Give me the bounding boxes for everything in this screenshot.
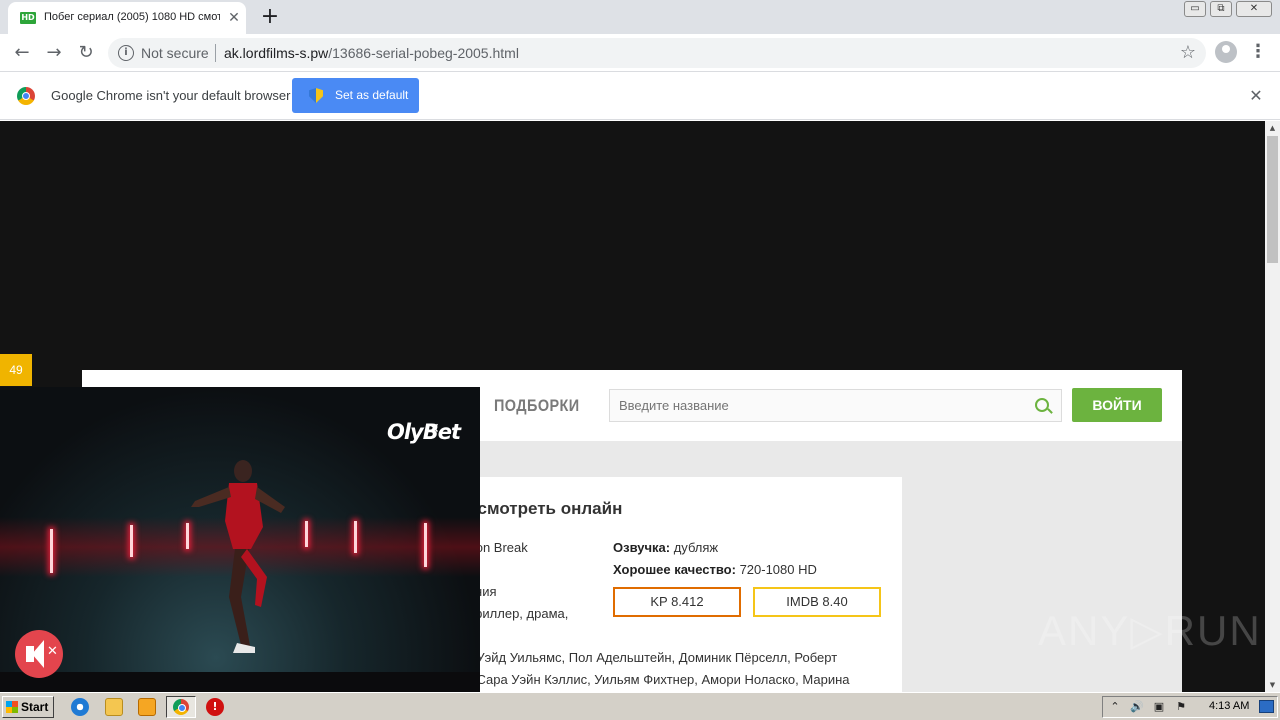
athlete-figure xyxy=(191,460,285,653)
minimize-button[interactable]: ▭ xyxy=(1184,1,1206,17)
cast-line-2: о, Сара Уэйн Кэллис, Уильям Фихтнер, Амо… xyxy=(462,672,850,687)
scroll-up-arrow-icon[interactable]: ▲ xyxy=(1265,121,1280,135)
action-center-flag-icon[interactable]: ⚑ xyxy=(1174,700,1188,714)
url-path: /13686-serial-pobeg-2005.html xyxy=(328,45,519,61)
mute-button[interactable]: ✕ xyxy=(15,630,63,678)
tray-expand-icon[interactable]: ⌃ xyxy=(1108,700,1122,714)
infobar-close-icon[interactable]: ✕ xyxy=(1246,86,1266,106)
scroll-down-arrow-icon[interactable]: ▼ xyxy=(1265,678,1280,692)
olybet-logo: OlyBet xyxy=(387,420,461,444)
browser-toolbar: ← → ↻ i Not secure ak.lordfilms-s.pw/136… xyxy=(0,34,1280,72)
default-browser-infobar: Google Chrome isn't your default browser… xyxy=(0,72,1280,120)
site-search-box[interactable] xyxy=(609,389,1062,422)
imdb-rating-badge[interactable]: IMDB 8.40 xyxy=(753,587,881,617)
start-label: Start xyxy=(21,700,49,714)
tab-title: Побег сериал (2005) 1080 HD смотр xyxy=(44,11,220,23)
chrome-menu-icon[interactable]: ⋮ xyxy=(1248,41,1268,63)
windows-taskbar: Start ! ⌃ 🔊 ▣ ⚑ 4:13 AM xyxy=(0,692,1280,720)
address-bar[interactable]: i Not secure ak.lordfilms-s.pw/13686-ser… xyxy=(108,38,1206,68)
dub-value: дубляж xyxy=(673,540,719,555)
network-icon[interactable]: ▣ xyxy=(1152,700,1166,714)
reload-button[interactable]: ↻ xyxy=(74,41,98,65)
forward-button[interactable]: → xyxy=(42,41,66,65)
neon-light xyxy=(305,521,308,547)
internet-explorer-icon[interactable] xyxy=(71,698,89,716)
window-close-button[interactable]: ✕ xyxy=(1236,1,1272,17)
page-scrollbar[interactable]: ▲ ▼ xyxy=(1265,121,1280,692)
quality-label: Хорошее качество: xyxy=(613,562,736,577)
restore-button[interactable]: ⧉ xyxy=(1210,1,1232,17)
chrome-logo-icon xyxy=(17,87,35,105)
login-button[interactable]: ВОЙТИ xyxy=(1072,388,1162,422)
kp-rating-badge[interactable]: KP 8.412 xyxy=(613,587,741,617)
search-icon[interactable] xyxy=(1035,398,1049,412)
infobar-message: Google Chrome isn't your default browser xyxy=(51,88,291,103)
media-player-icon[interactable] xyxy=(138,698,156,716)
new-tab-button[interactable]: + xyxy=(258,5,282,29)
quality-info: Хорошее качество: 720-1080 HD xyxy=(613,562,817,577)
browser-tab[interactable]: HD Побег сериал (2005) 1080 HD смотр ✕ xyxy=(8,2,246,34)
scroll-thumb[interactable] xyxy=(1267,136,1278,263)
cast-line-1: н, Уэйд Уильямс, Пол Адельштейн, Доминик… xyxy=(462,650,838,665)
clock[interactable]: 4:13 AM xyxy=(1209,700,1249,712)
set-as-default-button[interactable]: Set as default xyxy=(292,78,419,113)
security-label[interactable]: Not secure xyxy=(141,45,209,61)
video-bottom-bar xyxy=(0,672,480,692)
start-button[interactable]: Start xyxy=(2,696,54,718)
set-as-default-label: Set as default xyxy=(335,88,409,102)
dub-info: Озвучка: дубляж xyxy=(613,540,718,555)
security-alert-icon[interactable]: ! xyxy=(206,698,224,716)
neon-light xyxy=(50,529,53,573)
neon-light xyxy=(354,521,357,553)
video-ad-player[interactable]: OlyBet ✕ ✕ xyxy=(0,387,480,692)
neon-light xyxy=(424,523,427,567)
quality-value: 720-1080 HD xyxy=(739,562,817,577)
page-viewport: 49 ПОДБОРКИ ВОЙТИ л смотреть онлайн riso… xyxy=(0,121,1265,692)
show-desktop-icon[interactable] xyxy=(1259,700,1274,713)
url-host: ak.lordfilms-s.pw xyxy=(224,45,329,61)
url-separator xyxy=(215,44,216,62)
ad-close-icon[interactable]: ✕ xyxy=(428,421,440,437)
info-icon[interactable]: i xyxy=(118,45,134,61)
neon-light xyxy=(130,525,133,557)
system-tray: ⌃ 🔊 ▣ ⚑ 4:13 AM xyxy=(1102,696,1278,718)
tab-strip: HD Побег сериал (2005) 1080 HD смотр ✕ +… xyxy=(0,0,1280,34)
windows-flag-icon xyxy=(6,701,18,713)
muted-x-icon: ✕ xyxy=(47,644,58,659)
uac-shield-icon xyxy=(309,88,323,103)
chrome-taskbar-icon xyxy=(173,699,189,715)
site-search-input[interactable] xyxy=(619,398,1019,413)
volume-icon[interactable]: 🔊 xyxy=(1130,700,1144,714)
bookmark-star-icon[interactable]: ☆ xyxy=(1180,42,1196,63)
file-explorer-icon[interactable] xyxy=(105,698,123,716)
count-badge[interactable]: 49 xyxy=(0,354,32,386)
taskbar-chrome-button[interactable] xyxy=(166,696,196,718)
anyrun-watermark: ANY▷RUN xyxy=(1038,607,1262,654)
profile-avatar-icon[interactable] xyxy=(1215,41,1237,63)
nav-collections-link[interactable]: ПОДБОРКИ xyxy=(494,396,580,416)
dub-label: Озвучка: xyxy=(613,540,671,555)
url-text[interactable]: ak.lordfilms-s.pw/13686-serial-pobeg-200… xyxy=(224,45,519,61)
tab-favicon-icon: HD xyxy=(20,12,36,24)
back-button[interactable]: ← xyxy=(10,41,34,65)
movie-title: л смотреть онлайн xyxy=(462,499,623,518)
tab-close-icon[interactable]: ✕ xyxy=(226,10,242,26)
speaker-cone xyxy=(32,640,44,668)
